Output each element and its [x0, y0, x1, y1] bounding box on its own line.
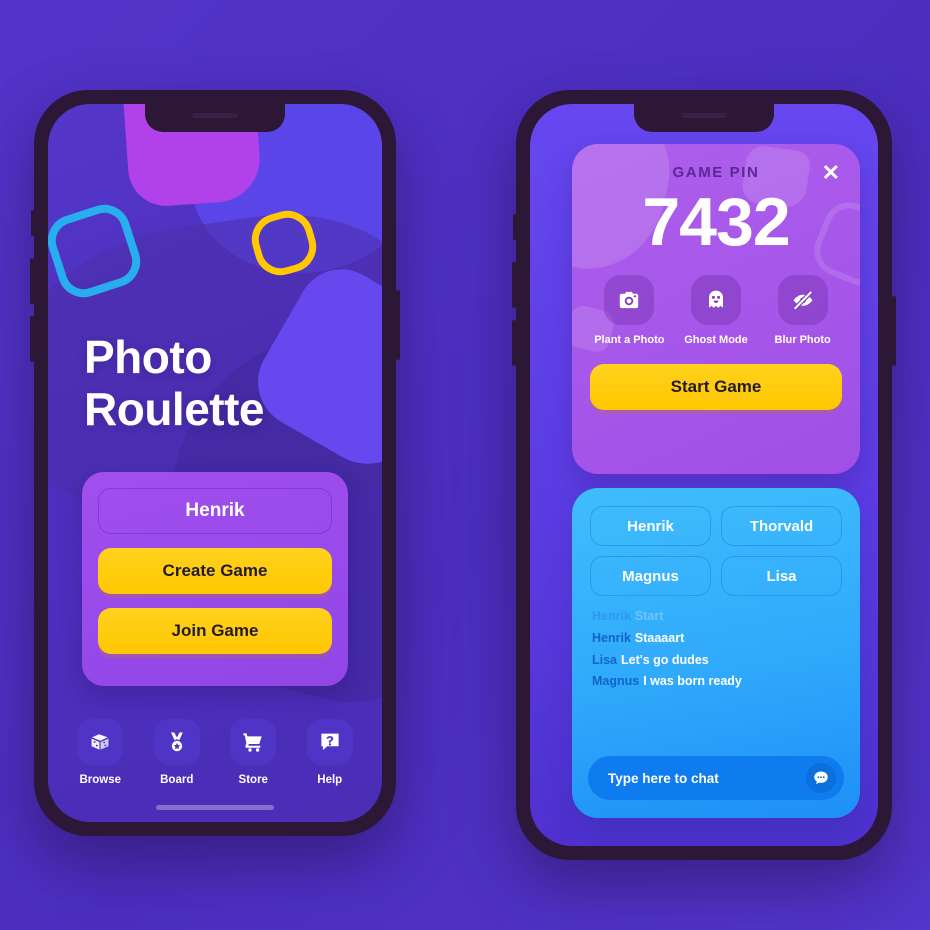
- mode-plant-a-photo-label: Plant a Photo: [594, 334, 665, 346]
- chat-author: Lisa: [592, 652, 618, 667]
- screen-left: Photo Roulette Henrik Create Game Join G…: [48, 104, 382, 822]
- tab-board-label: Board: [160, 774, 194, 786]
- chat-message: Henrik Start: [592, 609, 840, 624]
- chat-text: Start: [634, 609, 664, 623]
- app-title-line-1: Photo: [84, 331, 212, 383]
- player-name: Lisa: [766, 567, 797, 585]
- question-bubble-icon: [306, 719, 353, 765]
- chat-author: Henrik: [592, 630, 631, 645]
- tab-store[interactable]: Store: [221, 719, 285, 786]
- player-name-value: Henrik: [185, 500, 245, 521]
- tab-board[interactable]: Board: [145, 719, 209, 786]
- medal-icon: [153, 719, 200, 765]
- tab-help[interactable]: Help: [298, 719, 362, 786]
- tab-help-label: Help: [317, 774, 343, 786]
- chat-message: Lisa Let's go dudes: [592, 652, 840, 668]
- game-pin-value: 7432: [642, 184, 790, 260]
- mode-plant-a-photo[interactable]: Plant a Photo: [590, 275, 668, 346]
- eye-slash-icon: [777, 275, 828, 325]
- chat-text: Staaaart: [634, 630, 685, 645]
- player-chip[interactable]: Magnus: [590, 556, 711, 596]
- start-game-button[interactable]: Start Game: [590, 364, 842, 410]
- chat-input[interactable]: Type here to chat: [588, 756, 844, 800]
- volume-up-button-right[interactable]: [512, 262, 516, 308]
- app-title-line-2: Roulette: [84, 382, 265, 435]
- dice-icon: [77, 719, 124, 765]
- join-game-button[interactable]: Join Game: [98, 608, 332, 654]
- volume-down-button-right[interactable]: [512, 320, 516, 366]
- ghost-icon: [690, 275, 741, 325]
- volume-down-button[interactable]: [30, 316, 34, 362]
- game-pin-card: ✕ GAME PIN 7432 Plant a Photo Ghost Mode…: [572, 144, 860, 474]
- player-name: Henrik: [627, 517, 674, 535]
- chat-text: I was born ready: [643, 674, 742, 689]
- player-chip[interactable]: Lisa: [721, 556, 842, 596]
- app-title: Photo Roulette: [84, 331, 265, 435]
- game-modes-row: Plant a Photo Ghost Mode Blur Photo: [572, 261, 860, 346]
- chat-author: Henrik: [592, 609, 631, 623]
- canvas-background: Photo Roulette Henrik Create Game Join G…: [0, 0, 930, 930]
- player-name: Magnus: [622, 567, 679, 585]
- power-button-right[interactable]: [892, 296, 896, 366]
- chat-text: Let's go dudes: [621, 652, 709, 667]
- bottom-tabbar: Browse Board Store Help: [48, 719, 382, 786]
- mode-ghost[interactable]: Ghost Mode: [677, 275, 755, 346]
- camera-icon: [604, 275, 655, 325]
- chat-message: Magnus I was born ready: [592, 674, 840, 689]
- chat-message-list: Henrik Start Henrik Staaaart Lisa Let's go …: [572, 596, 860, 689]
- mute-switch-right[interactable]: [513, 214, 516, 240]
- lobby-chat-card: Henrik Thorvald Magnus Lisa Henrik Start …: [572, 488, 860, 818]
- cart-icon: [230, 719, 277, 765]
- chat-bubble-icon[interactable]: [806, 763, 836, 793]
- join-game-label: Join Game: [171, 621, 259, 640]
- player-name-input[interactable]: Henrik: [98, 488, 332, 534]
- auth-panel: Henrik Create Game Join Game: [82, 472, 348, 686]
- tab-store-label: Store: [238, 774, 268, 786]
- mode-blur-photo-label: Blur Photo: [774, 334, 831, 346]
- chat-message: Henrik Staaaart: [592, 630, 840, 646]
- game-pin-heading: GAME PIN: [672, 164, 760, 181]
- tab-browse[interactable]: Browse: [68, 719, 132, 786]
- screen-right: ✕ GAME PIN 7432 Plant a Photo Ghost Mode…: [530, 104, 878, 846]
- mode-ghost-label: Ghost Mode: [684, 334, 748, 346]
- volume-up-button[interactable]: [30, 258, 34, 304]
- chat-input-placeholder: Type here to chat: [608, 770, 719, 786]
- home-indicator[interactable]: [156, 805, 274, 810]
- tab-browse-label: Browse: [79, 774, 122, 786]
- power-button[interactable]: [396, 290, 400, 360]
- device-notch-right: [634, 104, 774, 132]
- device-notch: [145, 104, 285, 132]
- player-chip[interactable]: Henrik: [590, 506, 711, 546]
- start-game-label: Start Game: [670, 377, 762, 396]
- player-list: Henrik Thorvald Magnus Lisa: [572, 488, 860, 596]
- create-game-button[interactable]: Create Game: [98, 548, 332, 594]
- phone-device-left: Photo Roulette Henrik Create Game Join G…: [30, 90, 400, 836]
- phone-device-right: ✕ GAME PIN 7432 Plant a Photo Ghost Mode…: [512, 90, 896, 860]
- chat-author: Magnus: [592, 674, 640, 689]
- mute-switch[interactable]: [31, 210, 34, 236]
- player-chip[interactable]: Thorvald: [721, 506, 842, 546]
- mode-blur-photo[interactable]: Blur Photo: [764, 275, 842, 346]
- create-game-label: Create Game: [162, 561, 268, 580]
- close-icon[interactable]: ✕: [822, 162, 840, 184]
- player-name: Thorvald: [749, 517, 814, 535]
